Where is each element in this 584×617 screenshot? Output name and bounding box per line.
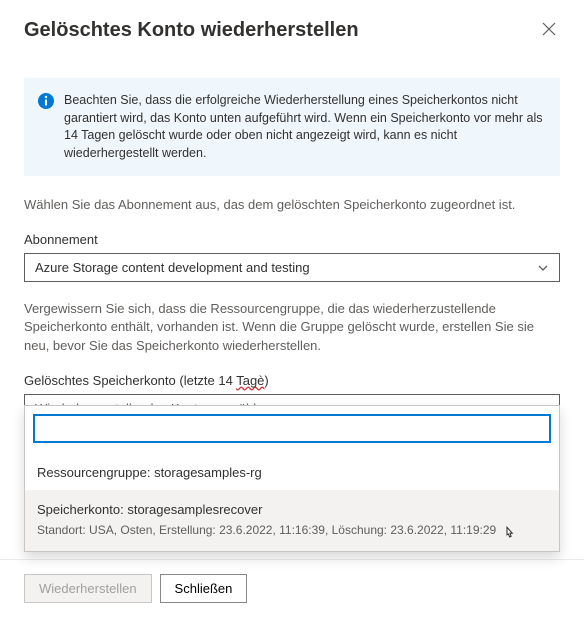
info-text: Beachten Sie, dass die erfolgreiche Wied… — [64, 92, 546, 162]
subscription-label: Abonnement — [24, 232, 560, 247]
subscription-select[interactable]: Azure Storage content development and te… — [24, 253, 560, 282]
spellcheck-error: Tagè — [236, 373, 264, 388]
dropdown-option[interactable]: Speicherkonto: storagesamplesrecover Sta… — [25, 490, 559, 551]
info-banner: Beachten Sie, dass die erfolgreiche Wied… — [24, 78, 560, 176]
dropdown-group-label: Ressourcengruppe: storagesamples-rg — [25, 451, 559, 490]
chevron-down-icon — [537, 262, 549, 274]
dialog-title: Gelöschtes Konto wiederherstellen — [24, 19, 359, 42]
close-footer-button[interactable]: Schließen — [160, 574, 248, 603]
dropdown-option-title: Speicherkonto: storagesamplesrecover — [37, 502, 547, 517]
info-icon — [38, 93, 54, 109]
dropdown-search-input[interactable] — [33, 414, 551, 443]
close-button[interactable] — [538, 18, 560, 42]
deleted-account-label: Gelöschtes Speicherkonto (letzte 14 Tagè… — [24, 373, 560, 388]
instruction-subscription: Wählen Sie das Abonnement aus, das dem g… — [24, 196, 560, 214]
dropdown-panel: Ressourcengruppe: storagesamples-rg Spei… — [24, 405, 560, 552]
instruction-resourcegroup: Vergewissern Sie sich, dass die Ressourc… — [24, 300, 560, 355]
close-icon — [542, 23, 556, 39]
dialog-footer: Wiederherstellen Schließen — [0, 559, 584, 617]
subscription-value: Azure Storage content development and te… — [35, 260, 310, 275]
restore-button[interactable]: Wiederherstellen — [24, 574, 152, 603]
dropdown-option-meta: Standort: USA, Osten, Erstellung: 23.6.2… — [37, 523, 547, 537]
